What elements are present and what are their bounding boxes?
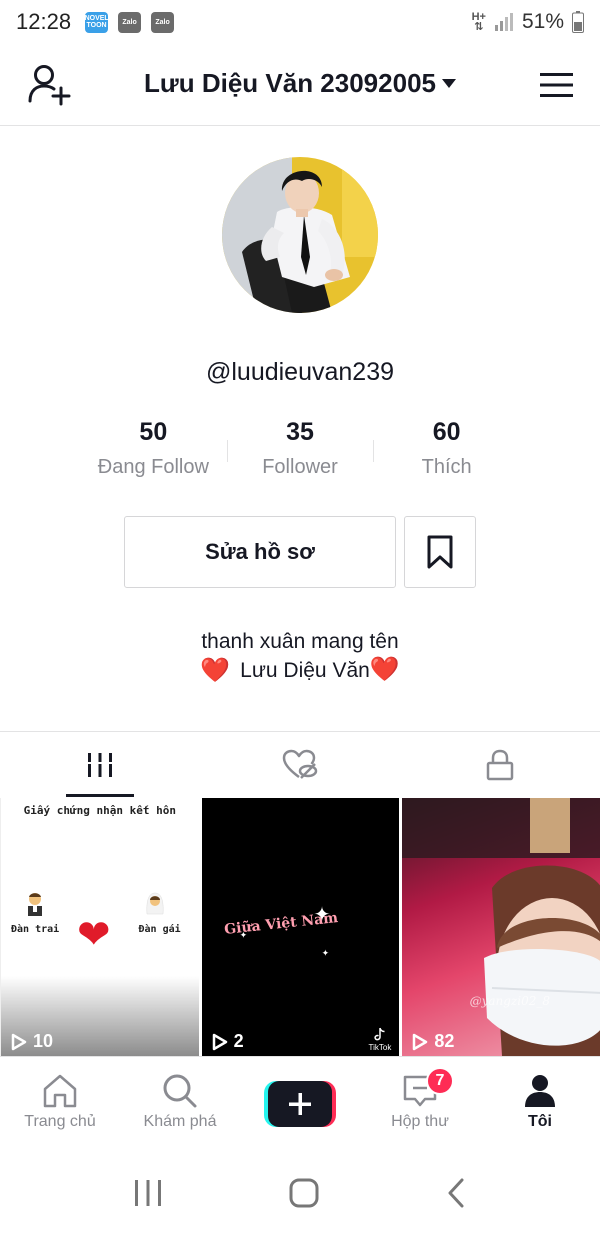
video-caption: Giấy chứng nhận kết hôn <box>23 804 176 817</box>
caret-down-icon <box>441 78 456 88</box>
back-icon[interactable] <box>445 1177 467 1209</box>
zalo-notification-icon: Zalo <box>118 11 142 33</box>
plus-icon <box>264 1081 336 1127</box>
following-stat[interactable]: 50 Đang Follow <box>80 418 227 488</box>
network-h-plus-icon: H+ ⇅ <box>471 11 486 33</box>
bio-line-1: thanh xuân mang tên <box>201 630 399 653</box>
nav-create[interactable] <box>240 1057 360 1152</box>
nav-discover[interactable]: Khám phá <box>120 1057 240 1152</box>
nav-home-label: Trang chủ <box>24 1113 96 1130</box>
grid-icon <box>86 752 114 777</box>
groom-emoji-icon <box>28 893 42 916</box>
followers-stat[interactable]: 35 Follower <box>226 418 374 488</box>
heart-emoji-icon: ❤️ <box>200 656 231 684</box>
video-thumbnail[interactable]: Giấy chứng nhận kết hôn Đàn trai ❤ Đàn g… <box>0 798 199 1056</box>
edit-profile-button[interactable]: Sửa hồ sơ <box>124 516 396 588</box>
sparkle-icon: ✦ <box>321 948 330 958</box>
tab-videos[interactable] <box>0 732 200 797</box>
bookmark-icon <box>427 535 453 569</box>
tiktok-watermark: TikTok <box>369 1027 391 1052</box>
profile-tabs <box>0 731 600 797</box>
bio-name: Lưu Diệu Văn <box>240 659 370 682</box>
hamburger-menu-icon[interactable] <box>538 70 576 100</box>
view-count: 2 <box>212 1031 244 1052</box>
likes-count: 60 <box>432 418 461 446</box>
zalo-notification-icon: Zalo <box>151 11 175 33</box>
tiktok-logo-icon <box>374 1027 385 1041</box>
video-grid: Giấy chứng nhận kết hôn Đàn trai ❤ Đàn g… <box>0 798 600 1056</box>
avatar[interactable] <box>222 157 378 313</box>
sparkle-icon: ✦ <box>313 904 331 926</box>
sparkle-icon: ✦ <box>239 930 248 940</box>
play-icon <box>11 1033 27 1050</box>
view-count: 10 <box>11 1031 53 1052</box>
play-icon <box>212 1033 227 1050</box>
favorites-button[interactable] <box>404 516 476 588</box>
nav-home[interactable]: Trang chủ <box>0 1057 120 1152</box>
bio: thanh xuân mang tên ❤️ Lưu Diệu Văn❤️ <box>0 628 600 685</box>
status-bar: 12:28 NOVEL TOON Zalo Zalo H+ ⇅ 51% <box>0 0 600 44</box>
likes-label: Thích <box>421 456 472 478</box>
view-count: 82 <box>412 1031 454 1052</box>
followers-count: 35 <box>286 418 314 446</box>
profile-stats: 50 Đang Follow 35 Follower 60 Thích <box>80 418 520 488</box>
nav-discover-label: Khám phá <box>143 1113 217 1130</box>
heart-emoji-icon: ❤ <box>77 913 111 957</box>
followers-label: Follower <box>262 456 338 478</box>
liked-hidden-icon <box>282 749 318 779</box>
home-button-icon[interactable] <box>288 1177 320 1209</box>
video-thumbnail[interactable]: @yangzi02_8 82 <box>402 798 600 1056</box>
status-time: 12:28 <box>16 9 72 34</box>
following-label: Đang Follow <box>97 456 209 478</box>
nav-profile-label: Tôi <box>528 1113 552 1130</box>
page-title: Lưu Diệu Văn 23092005 <box>144 68 436 98</box>
video-thumbnail[interactable]: Giữa Việt Nam ✦ ✦ ✦ TikTok 2 <box>201 798 400 1056</box>
video-watermark: @yangzi02_8 <box>469 994 551 1008</box>
battery-percent: 51% <box>521 10 564 33</box>
account-switcher[interactable]: Lưu Diệu Văn 23092005 <box>0 68 600 99</box>
profile-header: Lưu Diệu Văn 23092005 <box>0 44 600 126</box>
nav-inbox-label: Hộp thư <box>391 1113 449 1130</box>
nav-inbox[interactable]: 7 Hộp thư <box>360 1057 480 1152</box>
recent-apps-icon[interactable] <box>133 1178 163 1208</box>
video-caption: Đàn trai <box>11 924 60 935</box>
tab-liked[interactable] <box>200 732 400 797</box>
system-navigation-bar <box>0 1152 600 1233</box>
likes-stat[interactable]: 60 Thích <box>373 418 520 488</box>
profile-icon <box>525 1075 555 1107</box>
signal-icon <box>494 13 513 31</box>
notification-badge: 7 <box>426 1067 454 1095</box>
heart-emoji-icon: ❤️ <box>369 656 400 683</box>
tab-private[interactable] <box>400 732 600 797</box>
novel-toon-notification-icon: NOVEL TOON <box>85 11 109 33</box>
bottom-navigation: Trang chủ Khám phá 7 Hộp thư Tôi <box>0 1056 600 1152</box>
following-count: 50 <box>139 418 168 446</box>
battery-icon <box>572 11 584 33</box>
search-icon <box>163 1074 197 1108</box>
bio-line-2: ❤️ Lưu Diệu Văn❤️ <box>0 656 600 685</box>
video-caption: Đàn gái <box>138 924 181 935</box>
home-icon <box>43 1074 77 1108</box>
lock-icon <box>486 749 514 780</box>
play-icon <box>413 1033 428 1050</box>
bride-emoji-icon <box>146 892 164 915</box>
nav-profile[interactable]: Tôi <box>480 1057 600 1152</box>
username: @luudieuvan239 <box>205 358 395 386</box>
